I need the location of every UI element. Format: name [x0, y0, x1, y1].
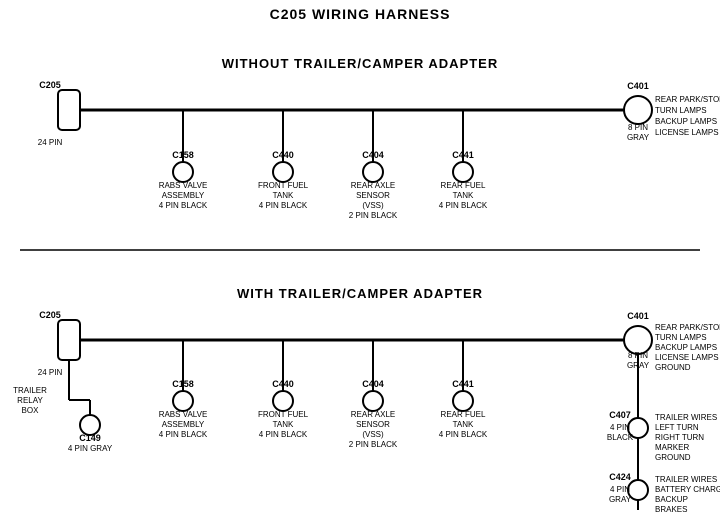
s2-c407-right3: RIGHT TURN — [655, 433, 704, 442]
s2-c424-right4: BRAKES — [655, 505, 687, 514]
s2-c407-right2: LEFT TURN — [655, 423, 699, 432]
s1-c404-sub4: 2 PIN BLACK — [349, 211, 398, 220]
s2-c404-sub2: SENSOR — [356, 420, 390, 429]
s2-c407-right1: TRAILER WIRES — [655, 413, 717, 422]
s2-c407-label: C407 — [609, 410, 631, 420]
s2-c404-label: C404 — [362, 379, 384, 389]
s2-trailer-relay-label2: RELAY — [17, 396, 43, 405]
s2-trailer-relay-label3: BOX — [22, 406, 40, 415]
diagram-container: C205 WIRING HARNESS WITHOUT TRAILER/CAMP… — [0, 0, 720, 517]
s2-c158-sub3: 4 PIN BLACK — [159, 430, 208, 439]
s1-c441-sub2: TANK — [453, 191, 474, 200]
s1-c441-sub1: REAR FUEL — [441, 181, 486, 190]
s2-c441-label: C441 — [452, 379, 474, 389]
s1-c401-label: C401 — [627, 81, 649, 91]
s1-c205-label: C205 — [39, 80, 61, 90]
s2-c440-label: C440 — [272, 379, 294, 389]
section1-label: WITHOUT TRAILER/CAMPER ADAPTER — [222, 56, 499, 71]
s2-c424-right2: BATTERY CHARGE — [655, 485, 720, 494]
s2-c441-sub1: REAR FUEL — [441, 410, 486, 419]
s2-c441-sub2: TANK — [453, 420, 474, 429]
s1-c441-label: C441 — [452, 150, 474, 160]
s1-c158-sub1: RABS VALVE — [159, 181, 208, 190]
s2-c407-right4: MARKER — [655, 443, 689, 452]
s1-c440-sub3: 4 PIN BLACK — [259, 201, 308, 210]
s1-c441-sub3: 4 PIN BLACK — [439, 201, 488, 210]
s2-c424-right1: TRAILER WIRES — [655, 475, 717, 484]
s2-c424-sub1: 4 PIN — [610, 485, 630, 494]
s2-c424-sub2: GRAY — [609, 495, 632, 504]
s1-c440-sub1: FRONT FUEL — [258, 181, 309, 190]
section2-label: WITH TRAILER/CAMPER ADAPTER — [237, 286, 483, 301]
s2-c401-label: C401 — [627, 311, 649, 321]
s1-c205-sub: 24 PIN — [38, 138, 63, 147]
s1-c440-label: C440 — [272, 150, 294, 160]
s2-c424-label: C424 — [609, 472, 631, 482]
s1-c404-sub1: REAR AXLE — [351, 181, 395, 190]
s2-c205-sub: 24 PIN — [38, 368, 63, 377]
s2-c158-label: C158 — [172, 379, 194, 389]
s2-c440-sub3: 4 PIN BLACK — [259, 430, 308, 439]
s2-c440-sub1: FRONT FUEL — [258, 410, 309, 419]
s2-c401-right5: GROUND — [655, 363, 691, 372]
s1-c401-right3: BACKUP LAMPS — [655, 117, 717, 126]
s2-c404-sub3: (VSS) — [362, 430, 384, 439]
s2-trailer-relay-label1: TRAILER — [13, 386, 47, 395]
s2-c401-right4: LICENSE LAMPS — [655, 353, 719, 362]
s2-c149-label: C149 — [79, 433, 101, 443]
s2-c407-sub1: 4 PIN — [610, 423, 630, 432]
s1-c401-sub2: GRAY — [627, 133, 650, 142]
s2-c440-sub2: TANK — [273, 420, 294, 429]
s1-c401-right1: REAR PARK/STOP — [655, 95, 720, 104]
s2-c158-sub2: ASSEMBLY — [162, 420, 205, 429]
s2-c205-label: C205 — [39, 310, 61, 320]
s1-c158-label: C158 — [172, 150, 194, 160]
wiring-diagram-svg: WITHOUT TRAILER/CAMPER ADAPTER C205 24 P… — [0, 0, 720, 517]
s1-c158-sub2: ASSEMBLY — [162, 191, 205, 200]
s1-c401-right4: LICENSE LAMPS — [655, 128, 719, 137]
s1-c401-sub1: 8 PIN — [628, 123, 648, 132]
s1-c404-sub2: SENSOR — [356, 191, 390, 200]
s2-c158-sub1: RABS VALVE — [159, 410, 208, 419]
s2-c404-sub4: 2 PIN BLACK — [349, 440, 398, 449]
s2-c407-sub2: BLACK — [607, 433, 634, 442]
s1-c404-label: C404 — [362, 150, 384, 160]
s2-c401-right1: REAR PARK/STOP — [655, 323, 720, 332]
s1-c440-sub2: TANK — [273, 191, 294, 200]
s2-c149-sub: 4 PIN GRAY — [68, 444, 113, 453]
s1-c401-right2: TURN LAMPS — [655, 106, 707, 115]
s2-c401-right3: BACKUP LAMPS — [655, 343, 717, 352]
s1-c404-sub3: (VSS) — [362, 201, 384, 210]
s2-c424-right3: BACKUP — [655, 495, 688, 504]
s2-c401-right2: TURN LAMPS — [655, 333, 707, 342]
s2-c404-sub1: REAR AXLE — [351, 410, 395, 419]
s1-c158-sub3: 4 PIN BLACK — [159, 201, 208, 210]
s2-c407-right5: GROUND — [655, 453, 691, 462]
s2-c441-sub3: 4 PIN BLACK — [439, 430, 488, 439]
